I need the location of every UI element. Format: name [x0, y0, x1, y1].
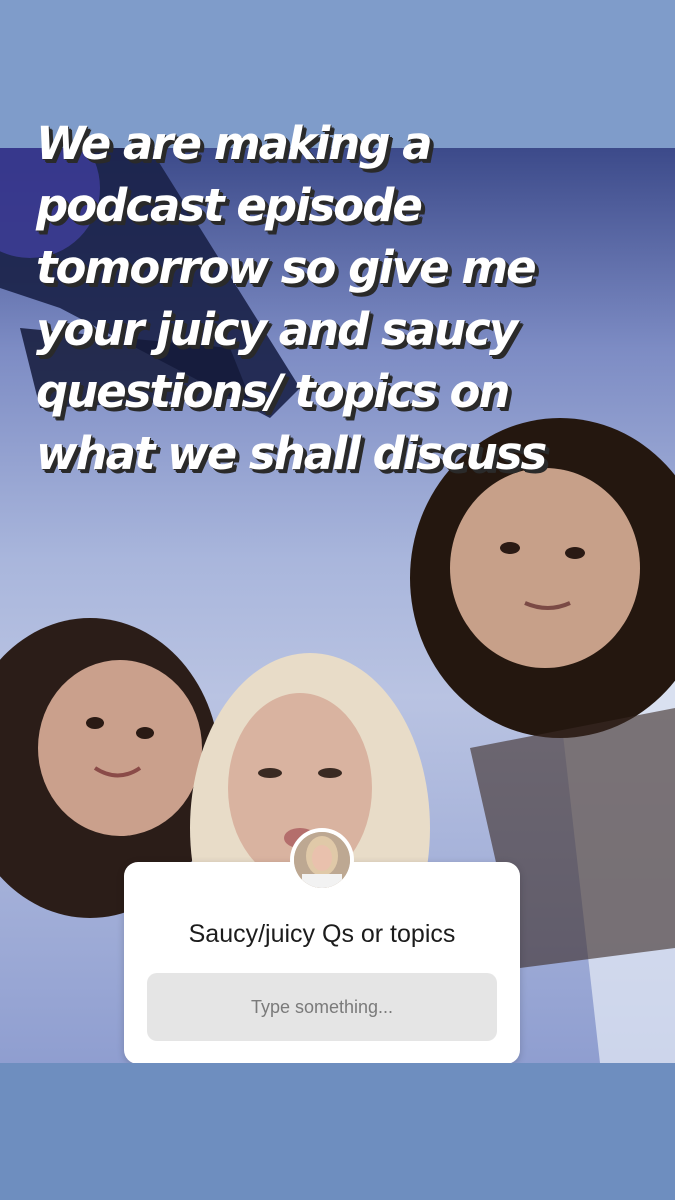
question-text: Saucy/juicy Qs or topics: [188, 920, 456, 948]
profile-avatar-icon: [294, 832, 350, 888]
question-sticker-avatar: [290, 828, 354, 892]
answer-input[interactable]: [147, 973, 497, 1041]
story-caption: We are making a podcast episode tomorrow…: [36, 117, 547, 480]
bottom-background-band: [0, 1063, 675, 1200]
question-sticker[interactable]: Saucy/juicy Qs or topics: [124, 862, 520, 1064]
